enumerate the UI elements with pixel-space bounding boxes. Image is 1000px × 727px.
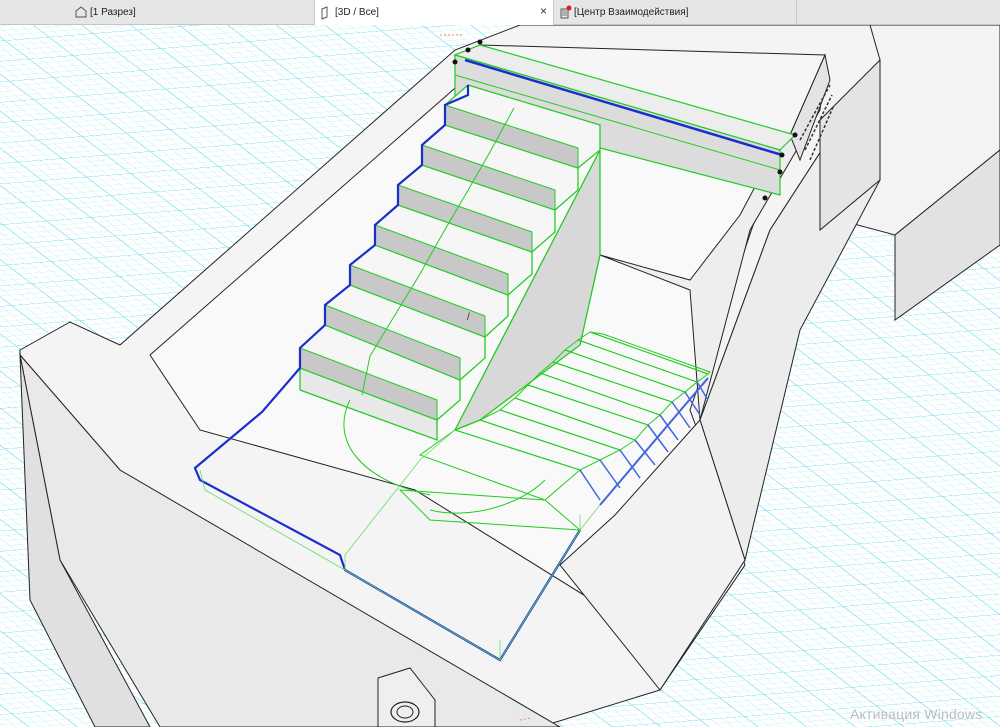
tab-label: [3D / Все] bbox=[335, 7, 379, 18]
mouse-cursor: / bbox=[467, 312, 470, 323]
section-icon bbox=[74, 5, 88, 19]
3d-viewport[interactable] bbox=[0, 25, 1000, 727]
tab-label: [1 Разрез] bbox=[90, 6, 136, 18]
3d-window-icon bbox=[319, 5, 333, 20]
tab-3d-all[interactable]: [3D / Все] × bbox=[314, 0, 554, 25]
close-tab-icon[interactable]: × bbox=[540, 5, 547, 17]
windows-activation-watermark: Активация Windows bbox=[850, 706, 983, 722]
tab-collaboration-center[interactable]: [Центр Взаимодействия] bbox=[554, 0, 797, 24]
view-tab-bar: [1 Разрез] [3D / Все] × [Центр Взаимодей… bbox=[0, 0, 1000, 25]
3d-model-view[interactable] bbox=[0, 25, 1000, 727]
tab-section-1[interactable]: [1 Разрез] bbox=[70, 0, 315, 24]
collaboration-center-icon bbox=[558, 5, 572, 19]
tab-label: [Центр Взаимодействия] bbox=[574, 6, 689, 18]
